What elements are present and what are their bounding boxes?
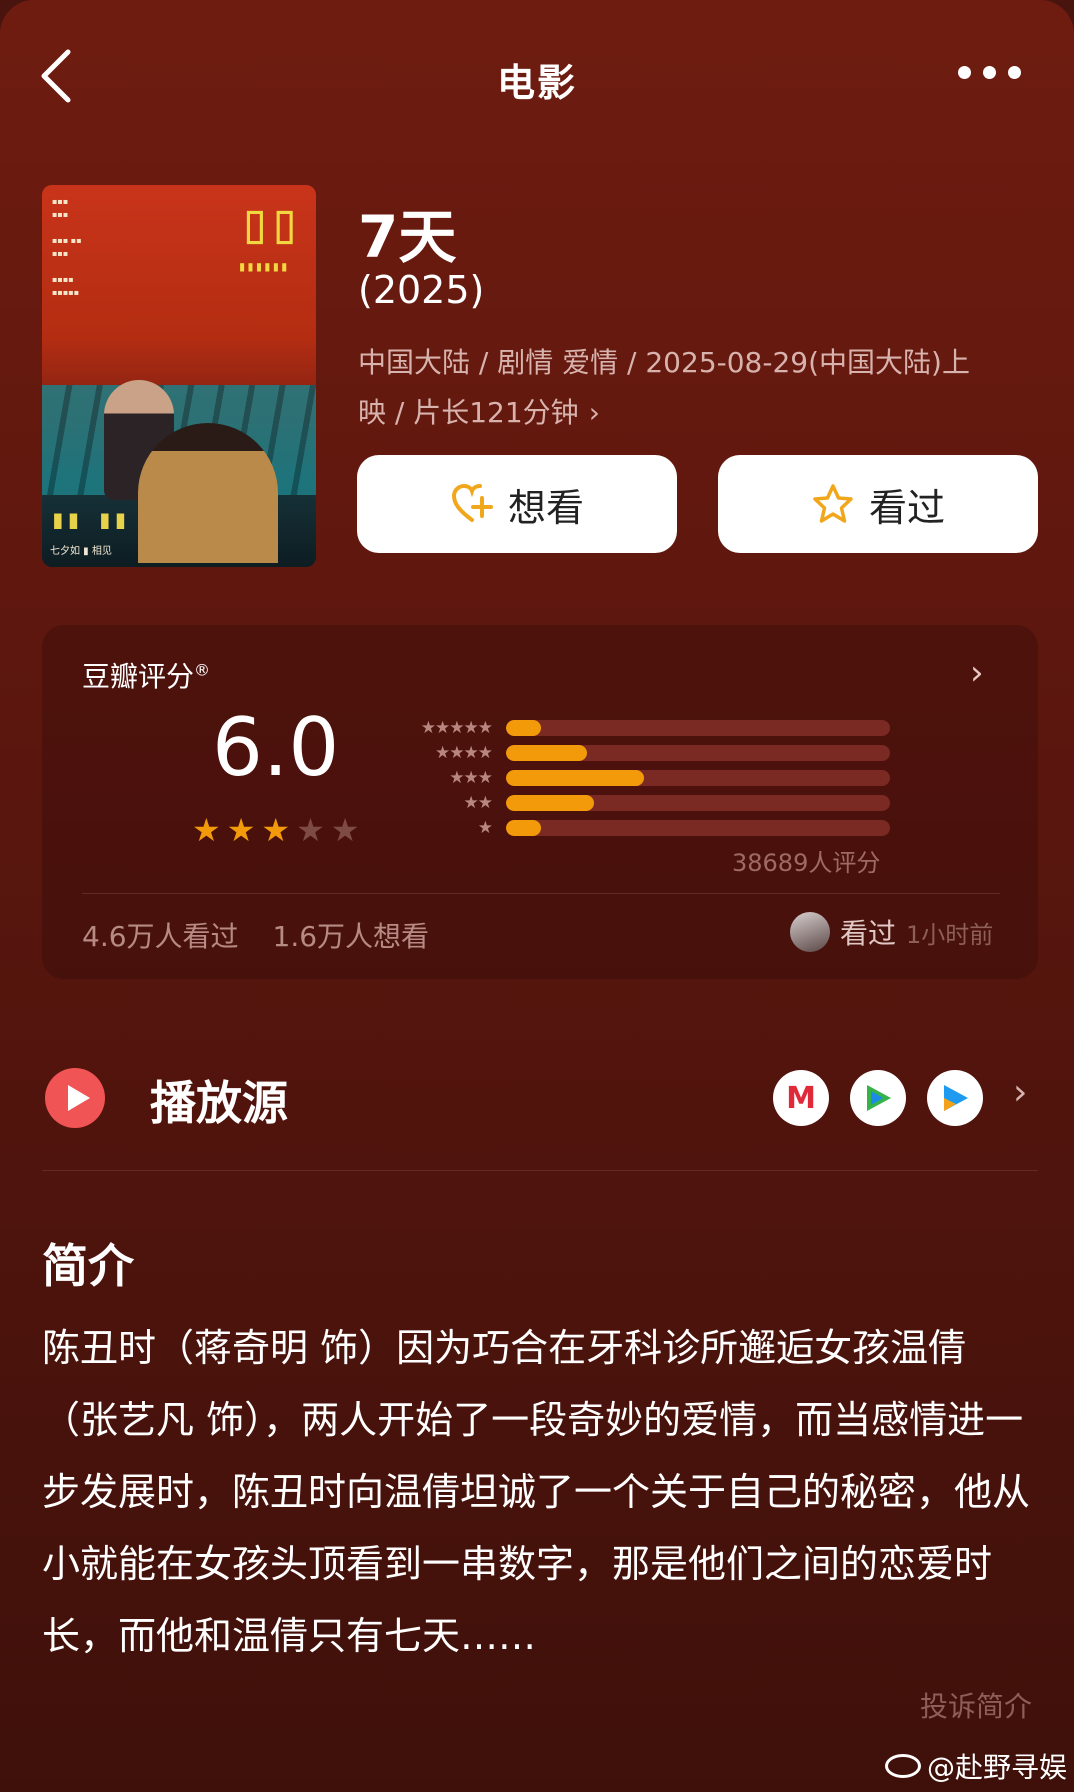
rating-bar xyxy=(506,719,541,736)
rating-bar-track xyxy=(506,719,890,736)
rating-score: 6.0 xyxy=(212,701,340,794)
seen-label: 看过 xyxy=(868,485,945,530)
rating-row: ★★ xyxy=(384,790,890,815)
rating-footer: 4.6万人看过 1.6万人想看 xyxy=(82,915,429,955)
poster-neon-digits: ▮▮▮▮▮▮ xyxy=(238,259,289,275)
play-icon[interactable] xyxy=(45,1068,105,1128)
youku-icon xyxy=(944,1085,968,1111)
meta-line-2-row: 映 / 片长121分钟 › xyxy=(358,388,1038,438)
rating-stars: ★ ★ ★ ★ ★ xyxy=(192,811,359,849)
poster-clock: ▮▮ ▮▮ xyxy=(50,505,129,535)
rating-count: 38689人评分 xyxy=(732,849,881,877)
top-bar: 电影 xyxy=(0,0,1074,150)
rating-row-stars: ★★★ xyxy=(449,767,493,788)
star-filled-icon: ★ xyxy=(192,811,221,849)
youku-icon[interactable] xyxy=(927,1070,983,1126)
rating-bar-track xyxy=(506,794,890,811)
rating-distribution: ★★★★★ ★★★★ ★★★ ★★ ★ xyxy=(384,715,890,840)
dot-icon xyxy=(1008,66,1021,79)
star-outline-icon xyxy=(813,484,853,523)
want-count[interactable]: 1.6万人想看 xyxy=(273,920,430,953)
star-empty-icon: ★ xyxy=(330,811,360,849)
rating-bar xyxy=(506,819,541,836)
rating-row-stars: ★★★★ xyxy=(435,742,493,763)
movie-year: (2025) xyxy=(358,268,485,312)
rating-row-stars: ★ xyxy=(477,817,493,838)
divider xyxy=(82,893,1000,894)
rating-row: ★ xyxy=(384,815,890,840)
rating-row: ★★★★ xyxy=(384,740,890,765)
want-label: 想看 xyxy=(507,485,584,530)
more-options-button[interactable] xyxy=(958,66,1028,90)
chevron-right-icon: › xyxy=(588,396,600,429)
rating-bar-track xyxy=(506,819,890,836)
rating-row: ★★★★★ xyxy=(384,715,890,740)
dot-icon xyxy=(983,66,996,79)
weibo-icon xyxy=(885,1754,921,1778)
intro-heading: 简介 xyxy=(42,1239,134,1293)
recent-time: 1小时前 xyxy=(906,920,994,949)
star-filled-icon: ★ xyxy=(261,811,291,849)
poster-credits: ▪▪▪ ▪▪▪ ▪▪▪ ▪▪ ▪▪▪ ▪▪▪▪ ▪▪▪▪▪ xyxy=(52,197,82,297)
rating-bar xyxy=(506,769,645,786)
dot-icon xyxy=(958,66,971,79)
movie-meta[interactable]: 中国大陆 / 剧情 爱情 / 2025-08-29(中国大陆)上 映 / 片长1… xyxy=(358,338,1038,438)
tencent-video-icon xyxy=(867,1085,891,1111)
play-source-label[interactable]: 播放源 xyxy=(150,1067,288,1133)
intro-text: 陈丑时（蒋奇明 饰）因为巧合在牙科诊所邂逅女孩温倩（张艺凡 饰），两人开始了一段… xyxy=(42,1326,1031,1658)
rating-card[interactable]: 豆瓣评分® › 6.0 ★ ★ ★ ★ ★ ★★★★★ ★★★★ ★★★ ★★ ★ 38689人… xyxy=(42,625,1038,979)
tencent-video-icon[interactable] xyxy=(850,1070,906,1126)
meta-line-2: 映 / 片长121分钟 xyxy=(358,396,579,429)
chevron-right-icon[interactable]: › xyxy=(1013,1072,1027,1113)
rating-bar xyxy=(506,744,587,761)
poster-figure-woman xyxy=(138,423,278,563)
avatar xyxy=(790,912,830,952)
movie-title: 7天 xyxy=(358,203,457,271)
rating-bar-track xyxy=(506,769,890,786)
star-empty-icon: ★ xyxy=(296,811,325,849)
movie-poster[interactable]: ▪▪▪ ▪▪▪ ▪▪▪ ▪▪ ▪▪▪ ▪▪▪▪ ▪▪▪▪▪ ▯▯ ▮▮▮▮▮▮ ▮▮ ▮▮… xyxy=(42,185,316,567)
page-title: 电影 xyxy=(496,61,577,105)
rating-bar xyxy=(506,794,595,811)
complain-intro-link[interactable]: 投诉简介 xyxy=(920,1685,1032,1725)
watched-button[interactable]: 看过 xyxy=(718,455,1038,553)
poster-tagline: 七夕如 ▮ 相见 xyxy=(50,546,112,557)
recent-activity[interactable]: 看过 1小时前 xyxy=(790,912,993,952)
rating-row-stars: ★★★★★ xyxy=(420,717,493,738)
rating-row: ★★★ xyxy=(384,765,890,790)
recent-action: 看过 xyxy=(840,917,897,950)
seen-count[interactable]: 4.6万人看过 xyxy=(82,920,239,953)
rating-heading: 豆瓣评分® xyxy=(82,660,211,693)
heart-plus-icon xyxy=(451,483,493,522)
want-to-watch-button[interactable]: 想看 xyxy=(357,455,677,553)
rating-bar-track xyxy=(506,744,890,761)
poster-neon-title: ▯▯ xyxy=(238,191,301,256)
watermark-text: @赴野寻娱 xyxy=(927,1751,1068,1784)
watermark: @赴野寻娱 xyxy=(885,1746,1067,1786)
mango-tv-icon[interactable]: M xyxy=(773,1070,829,1126)
divider xyxy=(42,1170,1038,1171)
star-filled-icon: ★ xyxy=(226,811,256,849)
movie-detail-screen: 电影 ▪▪▪ ▪▪▪ ▪▪▪ ▪▪ ▪▪▪ ▪▪▪▪ ▪▪▪▪▪ ▯▯ ▮▮▮▮▮▮ ▮▮… xyxy=(0,0,1074,1792)
meta-line-1: 中国大陆 / 剧情 爱情 / 2025-08-29(中国大陆)上 xyxy=(358,346,970,379)
chevron-right-icon[interactable]: › xyxy=(970,653,984,693)
rating-row-stars: ★★ xyxy=(463,792,493,813)
